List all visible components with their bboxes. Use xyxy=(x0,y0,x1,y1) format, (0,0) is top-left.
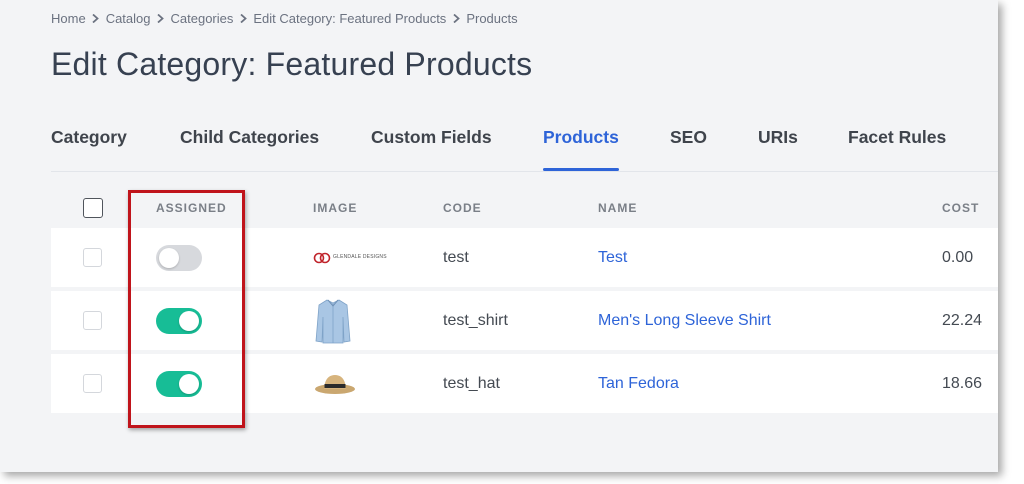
column-header-image: IMAGE xyxy=(313,201,358,215)
breadcrumb-current: Products xyxy=(466,11,518,26)
app-frame: Home Catalog Categories Edit Category: F… xyxy=(0,0,998,472)
column-header-name[interactable]: NAME xyxy=(598,201,637,215)
shirt-image xyxy=(313,291,353,350)
product-code: test_hat xyxy=(443,374,500,392)
breadcrumb: Home Catalog Categories Edit Category: F… xyxy=(51,11,518,26)
column-header-cost[interactable]: COST xyxy=(942,201,979,215)
assigned-toggle[interactable] xyxy=(156,228,202,287)
tab-products[interactable]: Products xyxy=(543,118,619,172)
tab-category[interactable]: Category xyxy=(51,118,127,172)
chevron-right-icon xyxy=(233,14,253,23)
table-header: ASSIGNED IMAGE CODE NAME COST xyxy=(51,186,998,228)
tab-custom-fields[interactable]: Custom Fields xyxy=(371,118,492,172)
chevron-right-icon xyxy=(86,14,106,23)
chevron-right-icon xyxy=(151,14,171,23)
chevron-right-icon xyxy=(446,14,466,23)
tab-child-categories[interactable]: Child Categories xyxy=(180,118,319,172)
table-row: GLENDALE DESIGNS test Test 0.00 xyxy=(51,228,998,287)
product-cost: 18.66 xyxy=(942,374,983,392)
select-all-checkbox[interactable] xyxy=(83,198,103,218)
product-cost: 0.00 xyxy=(942,248,974,266)
fedora-hat-image xyxy=(313,354,357,413)
tab-uris[interactable]: URIs xyxy=(758,118,798,172)
tab-facet-rules[interactable]: Facet Rules xyxy=(848,118,946,172)
tab-seo[interactable]: SEO xyxy=(670,118,707,172)
breadcrumb-home[interactable]: Home xyxy=(51,11,86,26)
breadcrumb-catalog[interactable]: Catalog xyxy=(106,11,151,26)
page-title: Edit Category: Featured Products xyxy=(51,46,533,82)
product-code: test xyxy=(443,248,469,266)
row-select-checkbox[interactable] xyxy=(83,354,102,413)
row-select-checkbox[interactable] xyxy=(83,228,102,287)
table-row: test_hat Tan Fedora 18.66 xyxy=(51,354,998,413)
row-select-checkbox[interactable] xyxy=(83,291,102,350)
tab-bar: Category Child Categories Custom Fields … xyxy=(51,118,998,172)
assigned-toggle[interactable] xyxy=(156,291,202,350)
breadcrumb-categories[interactable]: Categories xyxy=(171,11,234,26)
table-row: test_shirt Men's Long Sleeve Shirt 22.24 xyxy=(51,291,998,350)
product-name-link[interactable]: Men's Long Sleeve Shirt xyxy=(598,291,771,350)
breadcrumb-edit-category[interactable]: Edit Category: Featured Products xyxy=(253,11,446,26)
product-cost: 22.24 xyxy=(942,311,983,329)
product-name-link[interactable]: Test xyxy=(598,228,627,287)
assigned-toggle[interactable] xyxy=(156,354,202,413)
glendale-designs-logo: GLENDALE DESIGNS xyxy=(313,228,387,287)
column-header-assigned[interactable]: ASSIGNED xyxy=(156,201,227,215)
products-table: ASSIGNED IMAGE CODE NAME COST GLENDALE D… xyxy=(51,186,998,417)
product-name-link[interactable]: Tan Fedora xyxy=(598,354,679,413)
product-code: test_shirt xyxy=(443,311,508,329)
column-header-code[interactable]: CODE xyxy=(443,201,482,215)
